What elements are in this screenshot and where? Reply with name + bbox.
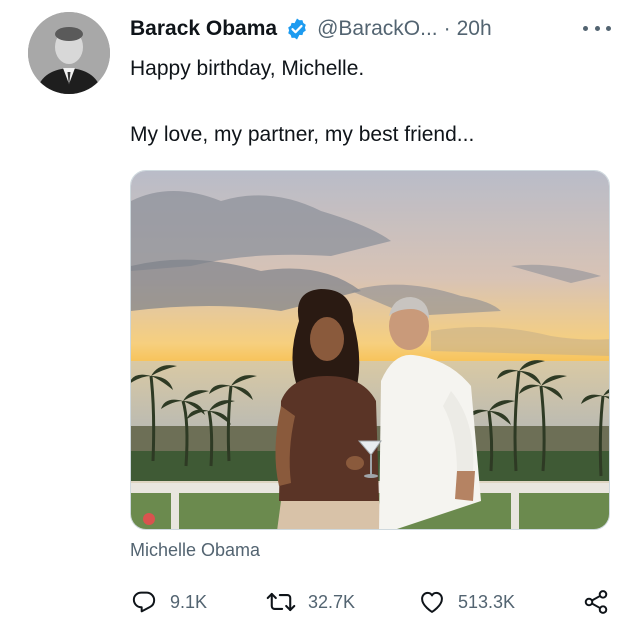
like-count: 513.3K bbox=[458, 591, 516, 612]
heart-icon bbox=[418, 588, 446, 616]
verified-badge-icon bbox=[285, 17, 309, 41]
like-button[interactable]: 513.3K bbox=[418, 586, 515, 618]
tweet-header: Barack Obama @BarackO... · 20h bbox=[130, 14, 492, 44]
author-name[interactable]: Barack Obama bbox=[130, 17, 277, 41]
reply-button[interactable]: 9.1K bbox=[130, 586, 207, 618]
more-horizontal-icon[interactable] bbox=[583, 18, 611, 38]
reply-count: 9.1K bbox=[170, 591, 208, 612]
tweet-photo[interactable] bbox=[130, 170, 610, 530]
share-button[interactable] bbox=[582, 586, 610, 618]
media-caption[interactable]: Michelle Obama bbox=[130, 540, 260, 561]
retweet-count: 32.7K bbox=[308, 591, 356, 612]
author-avatar[interactable] bbox=[28, 12, 110, 94]
share-icon bbox=[582, 588, 610, 616]
separator-dot: · bbox=[443, 17, 451, 40]
tweet-actions: 9.1K 32.7K 513.3K bbox=[130, 586, 612, 618]
author-handle[interactable]: @BarackO... bbox=[317, 17, 438, 41]
tweet-timestamp[interactable]: 20h bbox=[457, 17, 492, 41]
retweet-button[interactable]: 32.7K bbox=[266, 586, 355, 618]
retweet-icon bbox=[266, 588, 296, 616]
tweet-text: Happy birthday, Michelle. My love, my pa… bbox=[130, 57, 475, 146]
reply-icon bbox=[130, 588, 158, 616]
